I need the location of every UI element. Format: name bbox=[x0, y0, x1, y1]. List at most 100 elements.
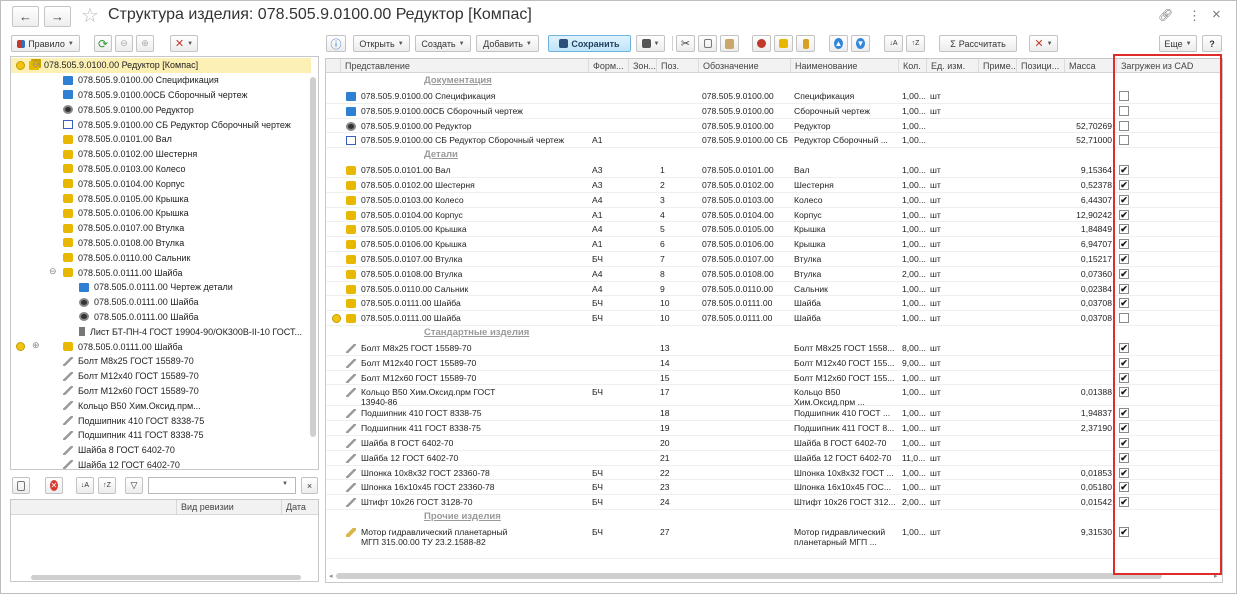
tree-node[interactable]: Подшипник 411 ГОСТ 8338-75 bbox=[11, 428, 311, 443]
tools-dropdown-button[interactable]: ✕ ▼ bbox=[170, 35, 198, 52]
scroll-left-icon[interactable]: ◂ bbox=[329, 572, 333, 580]
table-row[interactable]: 078.505.9.0100.00 Редуктор 078.505.9.0100… bbox=[326, 119, 1222, 134]
table-row[interactable]: 078.505.0.0102.00 Шестерня А3 2 078.505.0.0… bbox=[326, 178, 1222, 193]
tree-node[interactable]: Шайба 8 ГОСТ 6402-70 bbox=[11, 443, 311, 458]
properties-button[interactable] bbox=[796, 35, 815, 52]
calculate-button[interactable]: Σ Рассчитать bbox=[939, 35, 1017, 52]
open-dropdown-button[interactable]: Открыть ▼ bbox=[353, 35, 410, 52]
table-row[interactable]: 078.505.0.0107.00 Втулка БЧ 7 078.505.0.010… bbox=[326, 252, 1222, 267]
cut-button[interactable]: ✂ bbox=[676, 35, 695, 52]
back-button[interactable]: ← bbox=[12, 6, 39, 27]
table-row[interactable]: 078.505.0.0104.00 Корпус А1 4 078.505.0.010… bbox=[326, 208, 1222, 223]
group-header[interactable]: Прочие изделия bbox=[424, 511, 501, 522]
tree-node[interactable]: Шайба 12 ГОСТ 6402-70 bbox=[11, 458, 311, 469]
table-row[interactable]: 078.505.0.0105.00 Крышка А4 5 078.505.0.010… bbox=[326, 222, 1222, 238]
more-menu-icon[interactable]: ⋮ bbox=[1188, 8, 1201, 24]
table-row[interactable]: 078.505.9.0100.00 СБ Редуктор Сборочный … bbox=[326, 133, 1222, 149]
filter-button[interactable]: ▽ bbox=[125, 477, 143, 494]
col-representation[interactable]: Представление bbox=[340, 59, 588, 73]
revision-date-column[interactable]: Дата bbox=[281, 500, 306, 515]
table-row[interactable]: Кольцо B50 Хим.Оксид.прм ГОСТ 13940-86 БЧ… bbox=[326, 385, 1222, 407]
refresh-button[interactable]: ⟳ bbox=[94, 35, 112, 52]
revision-search-input[interactable] bbox=[148, 477, 296, 494]
revision-list-button[interactable] bbox=[12, 477, 30, 494]
tree-node[interactable]: 078.505.0.0104.00 Корпус bbox=[11, 176, 311, 191]
paste-button[interactable] bbox=[720, 35, 739, 52]
tree-node[interactable]: 078.505.0.0107.00 Втулка bbox=[11, 221, 311, 236]
edit-item-button[interactable] bbox=[774, 35, 793, 52]
sort-desc-table-button[interactable]: ↑Z bbox=[906, 35, 925, 52]
col-zone[interactable]: Зон... bbox=[628, 59, 656, 73]
col-quantity[interactable]: Кол. bbox=[898, 59, 926, 73]
table-row[interactable]: Болт М8х25 ГОСТ 15589-70 13 Болт М8х25 ГОС… bbox=[326, 341, 1222, 356]
group-header[interactable]: Детали bbox=[424, 149, 458, 160]
tree-node[interactable]: Лист БТ-ПН-4 ГОСТ 19904-90/ОК300В-II-10 … bbox=[11, 324, 311, 339]
clear-search-button[interactable]: × bbox=[301, 477, 318, 494]
table-row[interactable]: 078.505.0.0103.00 Колесо А4 3 078.505.0.010… bbox=[326, 193, 1222, 208]
col-name[interactable]: Наименование bbox=[790, 59, 898, 73]
table-row[interactable]: Штифт 10х26 ГОСТ 3128-70 БЧ 24 Штифт 10х26 … bbox=[326, 495, 1222, 510]
tree-node[interactable]: 078.505.0.0106.00 Крышка bbox=[11, 206, 311, 221]
group-header[interactable]: Стандартные изделия bbox=[424, 327, 529, 338]
col-designation[interactable]: Обозначение bbox=[698, 59, 790, 73]
tree-node[interactable]: 078.505.0.0108.00 Втулка bbox=[11, 236, 311, 251]
table-row[interactable]: 078.505.9.0100.00 Спецификация 078.505.9.… bbox=[326, 89, 1222, 104]
col-position[interactable]: Поз. bbox=[656, 59, 698, 73]
tree-node[interactable]: 078.505.0.0102.00 Шестерня bbox=[11, 147, 311, 162]
table-row[interactable]: Шпонка 16х10х45 ГОСТ 23360-78 БЧ 23 Шпонка … bbox=[326, 480, 1222, 496]
tree-node[interactable]: 078.505.0.0103.00 Колесо bbox=[11, 162, 311, 177]
tree-node[interactable]: 078.505.9.0100.00 СБ Редуктор Сборочный … bbox=[11, 117, 311, 132]
collapse-icon[interactable]: ⊖ bbox=[32, 59, 40, 70]
table-row[interactable]: Шпонка 10х8х32 ГОСТ 23360-78 БЧ 22 Шпонка 1… bbox=[326, 466, 1222, 481]
tree-node[interactable]: Болт М12х60 ГОСТ 15589-70 bbox=[11, 384, 311, 399]
collapse-icon[interactable]: ⊖ bbox=[49, 266, 57, 277]
tree-scrollbar[interactable] bbox=[310, 77, 316, 437]
table-row[interactable]: Болт М12х60 ГОСТ 15589-70 15 Болт М12х60 Г… bbox=[326, 371, 1222, 386]
save-button[interactable]: Сохранить bbox=[548, 35, 631, 52]
table-row[interactable]: Болт М12х40 ГОСТ 15589-70 14 Болт М12х40 Г… bbox=[326, 356, 1222, 371]
table-hscrollbar[interactable] bbox=[336, 573, 1162, 579]
tree-node[interactable]: Болт М8х25 ГОСТ 15589-70 bbox=[11, 354, 311, 369]
tree-node[interactable]: 078.505.9.0100.00 Спецификация bbox=[11, 73, 311, 88]
add-dropdown-button[interactable]: Добавить ▼ bbox=[476, 35, 539, 52]
revision-type-column[interactable]: Вид ревизии bbox=[176, 500, 234, 515]
table-row[interactable]: 078.505.0.0108.00 Втулка А4 8 078.505.0.010… bbox=[326, 267, 1222, 282]
favorite-star-icon[interactable]: ☆ bbox=[81, 3, 99, 28]
tree-node[interactable]: 078.505.0.0111.00 Чертеж детали bbox=[11, 280, 311, 295]
table-row[interactable]: Подшипник 411 ГОСТ 8338-75 19 Подшипник 41… bbox=[326, 421, 1222, 436]
tree-node[interactable]: 078.505.0.0105.00 Крышка bbox=[11, 191, 311, 206]
tree-node[interactable]: 078.505.0.0111.00 Шайба bbox=[11, 339, 311, 354]
tree-node[interactable]: Кольцо B50 Хим.Оксид.прм... bbox=[11, 398, 311, 413]
sort-asc-table-button[interactable]: ↓A bbox=[884, 35, 903, 52]
expand-icon[interactable]: ⊕ bbox=[32, 340, 40, 351]
collapse-tree-button[interactable]: ⊖ bbox=[115, 35, 133, 52]
copy-button[interactable] bbox=[698, 35, 717, 52]
table-row[interactable]: Шайба 8 ГОСТ 6402-70 20 Шайба 8 ГОСТ 6402-… bbox=[326, 436, 1222, 451]
table-row[interactable]: Шайба 12 ГОСТ 6402-70 21 Шайба 12 ГОСТ 640… bbox=[326, 451, 1222, 466]
table-row[interactable]: 078.505.9.0100.00СБ Сборочный чертеж 078.… bbox=[326, 104, 1222, 119]
tree-node[interactable]: 078.505.0.0111.00 Шайба bbox=[11, 295, 311, 310]
tree-node[interactable]: 078.505.9.0100.00 Редуктор bbox=[11, 102, 311, 117]
table-row[interactable]: 078.505.0.0110.00 Сальник А4 9 078.505.0.01… bbox=[326, 282, 1222, 297]
table-row[interactable]: 078.505.0.0106.00 Крышка А1 6 078.505.0.010… bbox=[326, 237, 1222, 252]
tree-node[interactable]: 078.505.0.0101.00 Вал bbox=[11, 132, 311, 147]
move-up-button[interactable]: ▲ bbox=[829, 35, 848, 52]
create-dropdown-button[interactable]: Создать ▼ bbox=[415, 35, 471, 52]
tree-node[interactable]: Подшипник 410 ГОСТ 8338-75 bbox=[11, 413, 311, 428]
tree-node[interactable]: 078.505.9.0100.00 Редуктор [Компас] bbox=[11, 58, 311, 73]
delete-revision-button[interactable]: ✕ bbox=[45, 477, 63, 494]
info-button[interactable]: ⓘ bbox=[326, 35, 346, 52]
tools-table-dropdown-button[interactable]: ✕ ▼ bbox=[1029, 35, 1058, 52]
link-icon[interactable]: 🔗︎ bbox=[1158, 8, 1173, 22]
table-row[interactable]: Мотор гидравлический планетарный МГП 315… bbox=[326, 525, 1222, 559]
revisions-hscrollbar[interactable] bbox=[31, 575, 301, 580]
table-row[interactable]: 078.505.0.0101.00 Вал А3 1 078.505.0.0101.0… bbox=[326, 163, 1222, 178]
save-options-button[interactable]: ▼ bbox=[636, 35, 665, 52]
chevron-down-icon[interactable]: ▼ bbox=[282, 481, 288, 487]
expand-tree-button[interactable]: ⊕ bbox=[136, 35, 154, 52]
more-dropdown-button[interactable]: Еще ▼ bbox=[1159, 35, 1197, 52]
table-row[interactable]: 078.505.0.0111.00 Шайба БЧ 10 078.505.0.011… bbox=[326, 311, 1222, 326]
table-row[interactable]: 078.505.0.0111.00 Шайба БЧ 10 078.505.0.011… bbox=[326, 296, 1222, 312]
help-button[interactable]: ? bbox=[1202, 35, 1222, 52]
replace-item-button[interactable] bbox=[752, 35, 771, 52]
